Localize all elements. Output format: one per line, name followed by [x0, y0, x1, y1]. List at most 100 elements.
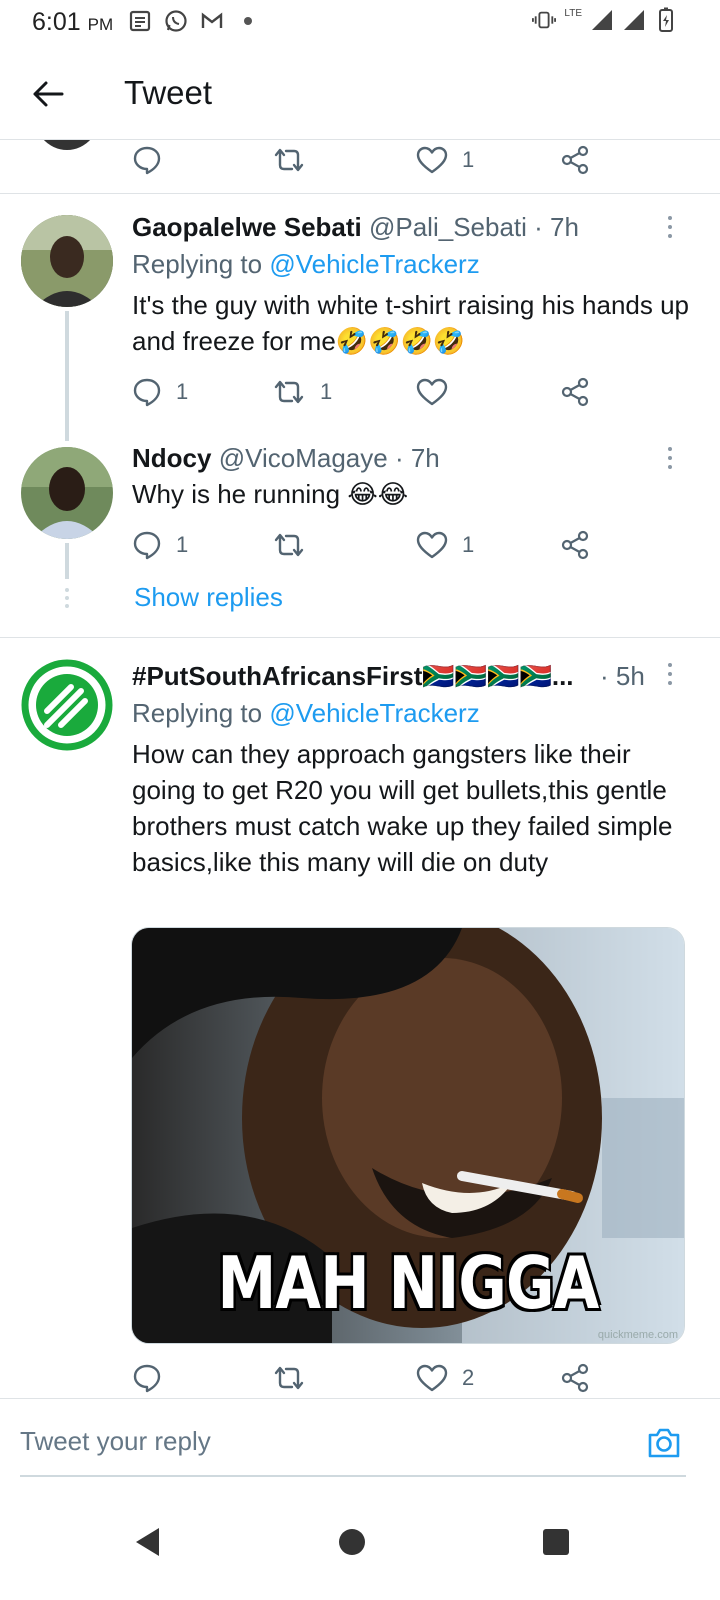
reply-button[interactable]: 1	[132, 525, 188, 565]
like-count: 1	[462, 147, 475, 172]
share-button[interactable]	[560, 140, 590, 180]
like-count: 2	[462, 1365, 475, 1390]
status-time: 6:01 PM	[32, 8, 113, 37]
like-button[interactable]: 1	[416, 140, 474, 180]
replying-to-label: Replying to	[132, 698, 270, 728]
retweet-icon	[274, 148, 304, 172]
like-count: 1	[462, 532, 475, 557]
replying-to-link[interactable]: @VehicleTrackerz	[269, 698, 479, 728]
notification-icons	[128, 9, 260, 33]
author-handle[interactable]: @Pali_Sebati	[369, 212, 527, 242]
reply-icon	[133, 1364, 161, 1393]
tweet-time: · 5h	[600, 661, 645, 691]
tweet-header: Ndocy @VicoMagaye · 7h	[132, 443, 440, 474]
divider	[0, 637, 720, 638]
nav-home-button[interactable]	[322, 1512, 382, 1572]
share-icon	[561, 1363, 589, 1393]
tweet-actions: 2	[132, 1358, 612, 1398]
author-name[interactable]: Gaopalelwe Sebati	[132, 212, 362, 242]
tweet-actions-top: 1	[132, 140, 612, 180]
tweet-time: · 7h	[534, 212, 579, 242]
retweet-button[interactable]	[272, 140, 306, 180]
battery-icon	[654, 7, 678, 32]
share-icon	[561, 377, 589, 407]
tweet-time: · 7h	[394, 443, 440, 473]
network-type: LTE	[564, 7, 582, 19]
media-watermark: quickmeme.com	[597, 1329, 678, 1341]
circle-home-icon	[339, 1529, 365, 1555]
share-button[interactable]	[560, 372, 590, 412]
reply-button[interactable]	[132, 1358, 176, 1398]
media-caption: MAH NIGGA	[217, 1241, 599, 1325]
divider	[0, 193, 720, 194]
reply-count: 1	[176, 379, 189, 404]
retweet-icon	[274, 1366, 304, 1390]
vibrate-icon	[532, 8, 557, 32]
heart-icon	[416, 531, 448, 559]
tweet-media-image[interactable]: MAH NIGGA quickmeme.com	[131, 927, 685, 1344]
status-time-ampm: PM	[87, 15, 114, 34]
like-button[interactable]: 1	[416, 525, 474, 565]
retweet-button[interactable]: 1	[272, 372, 332, 412]
tweet-header: Gaopalelwe Sebati @Pali_Sebati · 7h	[132, 212, 579, 243]
reply-count: 1	[176, 532, 189, 557]
gmail-icon	[200, 9, 224, 33]
reply-icon	[133, 378, 161, 407]
retweet-button[interactable]	[272, 1358, 320, 1398]
like-button[interactable]: 2	[416, 1358, 474, 1398]
more-options-button[interactable]	[660, 659, 680, 689]
thread-dots	[65, 588, 69, 608]
avatar[interactable]	[21, 447, 113, 539]
system-icons: LTE	[532, 7, 678, 32]
share-button[interactable]	[560, 1358, 590, 1398]
page-title-overlay: Tweet	[124, 74, 213, 111]
thread-line	[65, 311, 69, 441]
replying-to: Replying to @VehicleTrackerz	[132, 698, 480, 729]
heart-icon	[416, 146, 448, 174]
system-nav-bar	[0, 1484, 720, 1600]
tweet-text: Why is he running 😂😂	[132, 479, 409, 509]
show-replies-link[interactable]: Show replies	[134, 582, 283, 613]
thread-line	[65, 543, 69, 579]
author-handle[interactable]: @VicoMagaye	[219, 443, 388, 473]
nav-recents-button[interactable]	[526, 1512, 586, 1572]
like-button[interactable]	[416, 372, 462, 412]
reply-icon	[133, 531, 161, 560]
replying-to: Replying to @VehicleTrackerz	[132, 249, 480, 280]
retweet-count: 1	[320, 379, 333, 404]
more-options-button[interactable]	[660, 443, 680, 473]
share-button[interactable]	[560, 525, 590, 565]
square-recents-icon	[543, 1529, 569, 1555]
avatar[interactable]	[21, 215, 113, 307]
reply-composer	[0, 1398, 720, 1478]
triangle-back-icon	[136, 1528, 159, 1556]
retweet-button[interactable]	[272, 525, 320, 565]
author-name[interactable]: Ndocy	[132, 443, 211, 473]
reply-button[interactable]	[132, 140, 162, 180]
replying-to-link[interactable]: @VehicleTrackerz	[269, 249, 479, 279]
whatsapp-icon	[164, 9, 188, 33]
camera-button[interactable]	[646, 1425, 682, 1461]
signal-icon-2	[622, 8, 646, 32]
more-notifications-icon	[236, 9, 260, 33]
status-bar: 6:01 PM LTE	[0, 0, 720, 44]
news-icon	[128, 9, 152, 33]
share-icon	[561, 145, 589, 175]
camera-icon	[648, 1428, 680, 1458]
tweet-actions: 1 1	[132, 525, 612, 565]
more-options-button[interactable]	[660, 212, 680, 242]
retweet-icon	[274, 380, 304, 404]
heart-icon	[416, 1364, 448, 1392]
author-name[interactable]: #PutSouthAfricansFirst🇿🇦🇿🇦🇿🇦🇿🇦...	[132, 661, 574, 691]
tweet-header: #PutSouthAfricansFirst🇿🇦🇿🇦🇿🇦🇿🇦...	[132, 661, 652, 692]
share-icon	[561, 530, 589, 560]
signal-icon	[590, 8, 614, 32]
reply-input[interactable]	[20, 1399, 686, 1477]
back-button-overlay[interactable]	[28, 74, 68, 114]
replying-to-label: Replying to	[132, 249, 270, 279]
avatar[interactable]	[21, 659, 113, 751]
retweet-icon	[274, 533, 304, 557]
nav-back-button[interactable]	[118, 1512, 178, 1572]
reply-button[interactable]: 1	[132, 372, 188, 412]
heart-icon	[416, 378, 448, 406]
